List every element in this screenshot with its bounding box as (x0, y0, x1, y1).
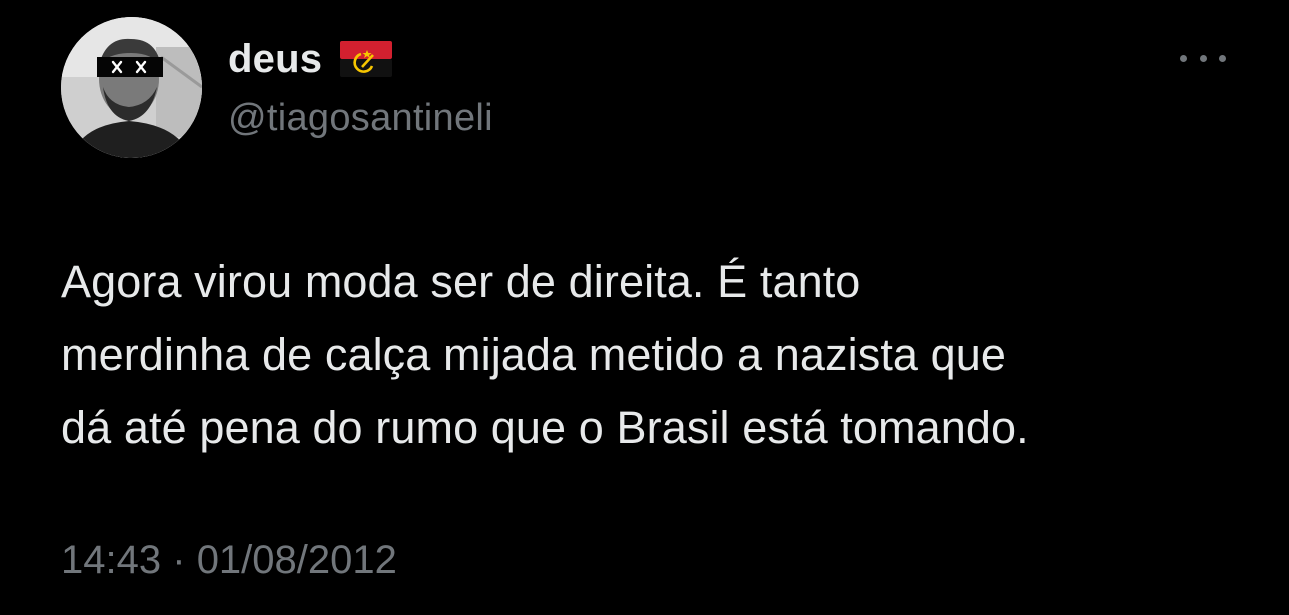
author-name-row[interactable]: deus (228, 34, 393, 84)
avatar-image (61, 17, 202, 158)
tweet-time: 14:43 (61, 538, 162, 582)
timestamp-separator: · (172, 538, 186, 582)
display-name: deus (228, 36, 323, 81)
tweet-text: Agora virou moda ser de direita. É tanto… (61, 245, 1241, 464)
tweet-text-line: Agora virou moda ser de direita. É tanto (61, 256, 861, 307)
avatar[interactable] (61, 17, 202, 158)
user-handle[interactable]: @tiagosantineli (228, 97, 493, 140)
more-horizontal-icon (1180, 54, 1187, 62)
more-horizontal-icon (1199, 54, 1207, 62)
tweet-date: 01/08/2012 (196, 538, 397, 582)
timestamp[interactable]: 14:43 · 01/08/2012 (61, 538, 397, 583)
angola-flag-icon (340, 40, 393, 82)
tweet-card: deus @tiagosantineli Agora virou moda se… (0, 0, 1289, 615)
more-horizontal-icon (1219, 54, 1226, 62)
tweet-text-line: dá até pena do rumo que o Brasil está to… (61, 402, 1029, 453)
more-options-button[interactable] (1180, 47, 1226, 69)
tweet-text-line: merdinha de calça mijada metido a nazist… (61, 329, 1007, 380)
